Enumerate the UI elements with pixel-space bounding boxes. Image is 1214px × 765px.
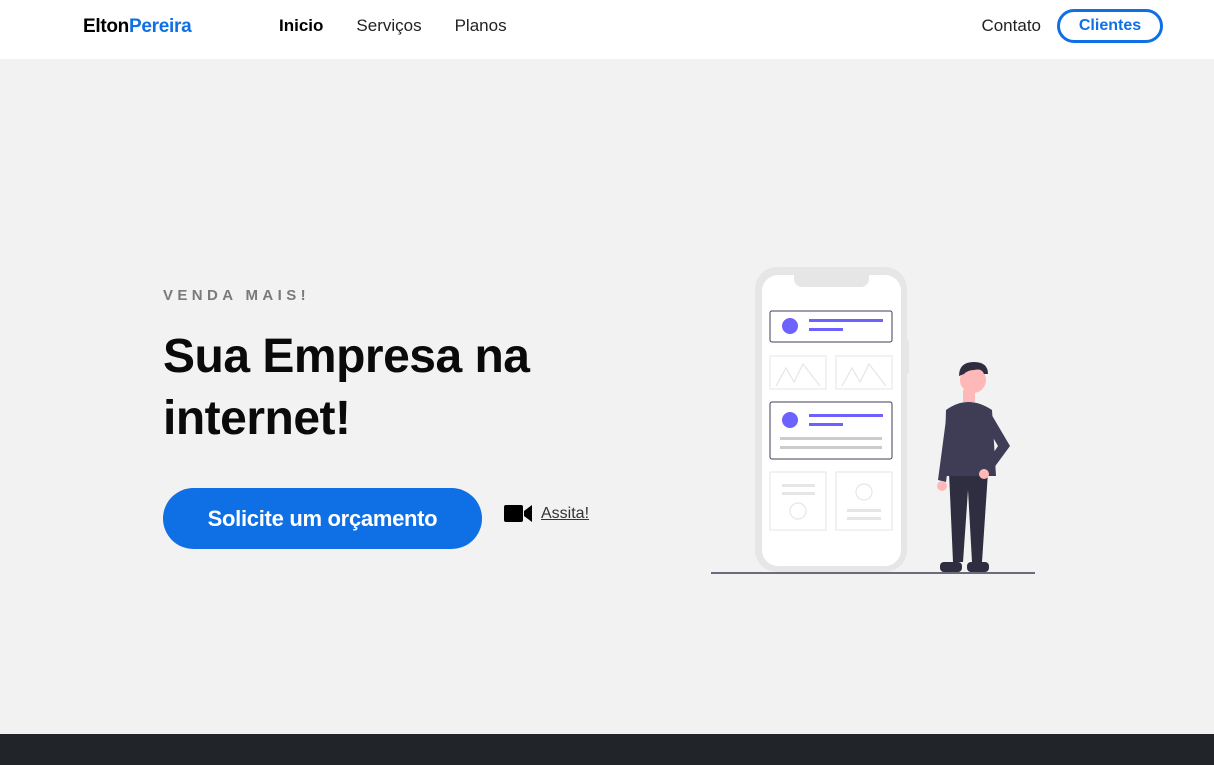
hero-eyebrow: VENDA MAIS!	[163, 287, 311, 304]
right-nav: Contato Clientes	[981, 9, 1163, 43]
watch-link-label[interactable]: Assita!	[541, 505, 589, 523]
nav-link-planos[interactable]: Planos	[455, 16, 507, 36]
hero-title: Sua Empresa na internet!	[163, 330, 530, 445]
request-quote-button[interactable]: Solicite um orçamento	[163, 488, 482, 549]
nav-link-servicos[interactable]: Serviços	[356, 16, 421, 36]
brand-second: Pereira	[129, 16, 192, 37]
video-camera-icon	[504, 504, 532, 523]
site-header: EltonPereira Inicio Serviços Planos Cont…	[0, 0, 1214, 59]
brand-logo[interactable]: EltonPereira	[83, 16, 192, 38]
hero-illustration	[706, 262, 1038, 583]
nav-link-contato[interactable]: Contato	[981, 16, 1041, 36]
phone-person-illustration	[711, 267, 1035, 574]
nav-link-inicio[interactable]: Inicio	[279, 16, 323, 36]
clients-button[interactable]: Clientes	[1057, 9, 1163, 43]
main-nav: Inicio Serviços Planos	[279, 16, 507, 36]
brand-first: Elton	[83, 16, 129, 37]
footer-strip	[0, 734, 1214, 765]
watch-video-link[interactable]: Assita!	[504, 504, 589, 523]
